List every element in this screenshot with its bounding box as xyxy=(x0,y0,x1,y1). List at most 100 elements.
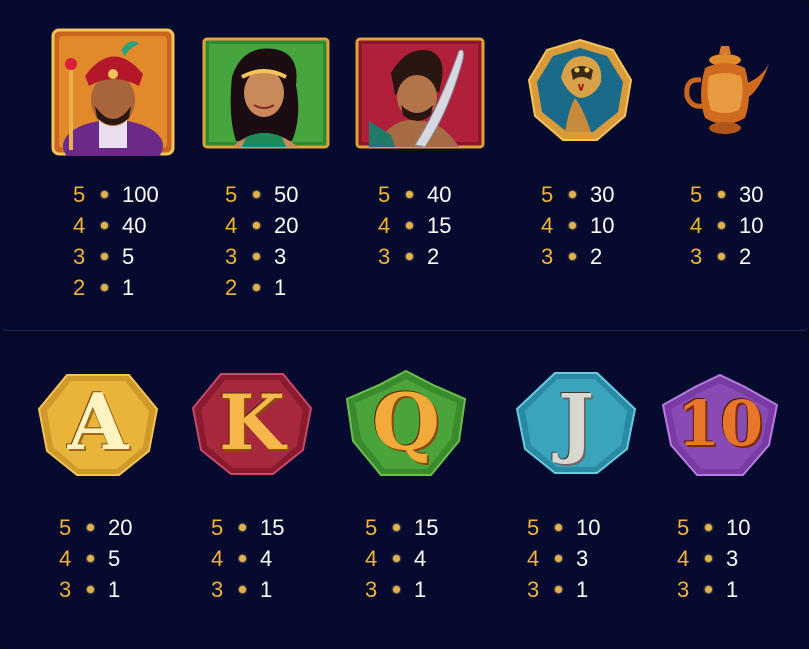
low-paytable-j: 5 10 4 3 3 1 xyxy=(527,512,600,605)
bullet-dot-icon xyxy=(718,222,725,229)
pay-row: 31 xyxy=(677,574,750,605)
pay-value: 1 xyxy=(576,576,589,602)
pay-count: 3 xyxy=(73,243,86,269)
pay-value: 20 xyxy=(108,514,133,540)
bullet-dot-icon xyxy=(406,253,413,260)
pay-value: 2 xyxy=(427,243,440,269)
bullet-dot-icon xyxy=(253,191,260,198)
pay-row: 4 10 xyxy=(541,210,614,241)
pay-count: 3 xyxy=(225,243,238,269)
pay-row: 5 15 xyxy=(211,512,284,543)
pay-row: 5 10 xyxy=(677,512,750,543)
pay-row: 4 10 xyxy=(690,210,763,241)
pay-count: 5 xyxy=(59,514,72,540)
bullet-dot-icon xyxy=(87,524,94,531)
low-paytable-k: 5 15 4 4 3 1 xyxy=(211,512,284,605)
pay-value: 3 xyxy=(726,545,739,571)
bullet-dot-icon xyxy=(569,191,576,198)
bullet-dot-icon xyxy=(569,222,576,229)
pay-count: 5 xyxy=(365,514,378,540)
bullet-dot-icon xyxy=(101,222,108,229)
bullet-dot-icon xyxy=(705,586,712,593)
high-paytable-teapot: 5 30 4 10 3 2 xyxy=(690,179,763,272)
number-10-glyph: 10 xyxy=(676,387,764,460)
pay-value: 30 xyxy=(590,181,615,207)
bullet-dot-icon xyxy=(406,191,413,198)
bullet-dot-icon xyxy=(253,253,260,260)
bullet-dot-icon xyxy=(406,222,413,229)
letter-k-glyph: K xyxy=(218,378,286,467)
pay-count: 3 xyxy=(677,576,690,602)
pay-row: 35 xyxy=(73,241,159,272)
cobra-symbol-icon xyxy=(525,38,635,149)
pay-row: 5 15 xyxy=(365,512,438,543)
pay-value: 40 xyxy=(427,181,452,207)
low-paytable-a: 5 20 4 5 3 1 xyxy=(59,512,132,605)
pay-value: 20 xyxy=(274,212,299,238)
pay-count: 4 xyxy=(527,545,540,571)
bullet-dot-icon xyxy=(705,524,712,531)
pay-count: 5 xyxy=(378,181,391,207)
teapot-symbol-icon xyxy=(683,44,771,145)
pay-row: 5 30 xyxy=(541,179,614,210)
pay-row: 5 30 xyxy=(690,179,763,210)
pay-row: 33 xyxy=(225,241,298,272)
princess-symbol-icon xyxy=(202,37,330,154)
bullet-dot-icon xyxy=(393,524,400,531)
pay-value: 2 xyxy=(739,243,752,269)
pay-value: 4 xyxy=(414,545,427,571)
pay-count: 3 xyxy=(365,576,378,602)
pay-value: 1 xyxy=(414,576,427,602)
bullet-dot-icon xyxy=(87,555,94,562)
pay-value: 2 xyxy=(590,243,603,269)
bullet-dot-icon xyxy=(87,586,94,593)
pay-count: 4 xyxy=(677,545,690,571)
bullet-dot-icon xyxy=(239,586,246,593)
high-paytable-cobra: 5 30 4 10 3 2 xyxy=(541,179,614,272)
bullet-dot-icon xyxy=(569,253,576,260)
bullet-dot-icon xyxy=(239,555,246,562)
warrior-symbol-icon xyxy=(355,37,485,154)
pay-row: 5 100 xyxy=(73,179,159,210)
pay-value: 10 xyxy=(739,212,764,238)
pay-count: 5 xyxy=(541,181,554,207)
bullet-dot-icon xyxy=(393,586,400,593)
pay-row: 32 xyxy=(541,241,614,272)
pay-count: 5 xyxy=(527,514,540,540)
pay-count: 3 xyxy=(211,576,224,602)
pay-row: 31 xyxy=(365,574,438,605)
pay-count: 2 xyxy=(225,274,238,300)
pay-value: 1 xyxy=(108,576,121,602)
pay-count: 5 xyxy=(690,181,703,207)
pay-value: 15 xyxy=(414,514,439,540)
pay-count: 3 xyxy=(690,243,703,269)
pay-row: 32 xyxy=(690,241,763,272)
high-paytable-warrior: 5 40 4 15 3 2 xyxy=(378,179,451,272)
bullet-dot-icon xyxy=(555,586,562,593)
number-10-symbol-icon: 10 xyxy=(661,373,779,482)
pay-row: 31 xyxy=(211,574,284,605)
pay-row: 31 xyxy=(527,574,600,605)
pay-value: 100 xyxy=(122,181,159,207)
letter-q-glyph: Q xyxy=(372,377,440,468)
pay-count: 4 xyxy=(365,545,378,571)
letter-j-symbol-icon: J xyxy=(515,369,637,482)
bullet-dot-icon xyxy=(101,253,108,260)
pay-count: 5 xyxy=(73,181,86,207)
pay-row: 43 xyxy=(677,543,750,574)
pay-row: 43 xyxy=(527,543,600,574)
pay-value: 1 xyxy=(260,576,273,602)
low-paytable-q: 5 15 4 4 3 1 xyxy=(365,512,438,605)
pay-row: 45 xyxy=(59,543,132,574)
pay-count: 3 xyxy=(541,243,554,269)
pay-count: 5 xyxy=(211,514,224,540)
pay-row: 44 xyxy=(211,543,284,574)
pay-count: 4 xyxy=(59,545,72,571)
pay-row: 44 xyxy=(365,543,438,574)
high-paytable-sultan: 5 100 4 40 3 5 2 1 xyxy=(73,179,159,303)
pay-value: 10 xyxy=(590,212,615,238)
bullet-dot-icon xyxy=(705,555,712,562)
pay-value: 1 xyxy=(122,274,135,300)
pay-value: 50 xyxy=(274,181,299,207)
pay-count: 4 xyxy=(225,212,238,238)
